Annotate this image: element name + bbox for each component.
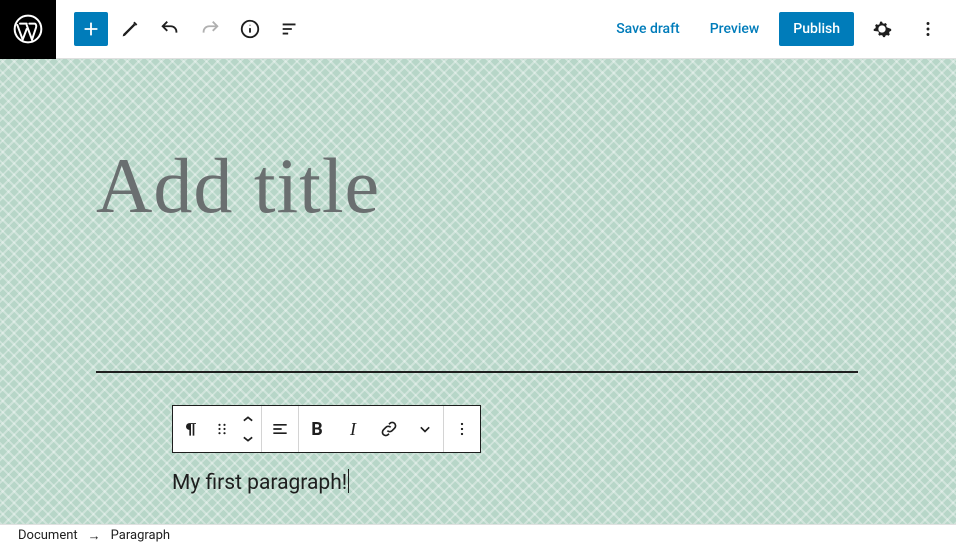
chevron-up-icon: [238, 409, 258, 429]
chevron-down-icon: [238, 429, 258, 449]
outline-button[interactable]: [272, 11, 308, 47]
editor-canvas[interactable]: Add title B I: [0, 59, 956, 524]
save-draft-button[interactable]: Save draft: [606, 13, 690, 45]
align-button[interactable]: [262, 406, 298, 452]
drag-handle-icon: [212, 419, 232, 439]
chevron-down-icon: [415, 419, 435, 439]
undo-button[interactable]: [152, 11, 188, 47]
settings-button[interactable]: [864, 11, 900, 47]
pencil-icon: [119, 18, 141, 40]
wordpress-logo-icon: [12, 13, 44, 45]
breadcrumb-current[interactable]: Paragraph: [111, 528, 170, 543]
bold-icon: B: [311, 419, 323, 440]
breadcrumb-separator: →: [88, 528, 101, 544]
gear-icon: [871, 18, 893, 40]
more-menu-button[interactable]: [910, 11, 946, 47]
more-formatting-button[interactable]: [407, 406, 443, 452]
text-caret: [348, 469, 349, 493]
wordpress-logo[interactable]: [0, 0, 56, 59]
paragraph-text: My first paragraph!: [172, 471, 347, 495]
info-icon: [239, 18, 261, 40]
list-view-icon: [279, 18, 301, 40]
details-button[interactable]: [232, 11, 268, 47]
bold-button[interactable]: B: [299, 406, 335, 452]
separator-block[interactable]: [96, 371, 858, 373]
plus-icon: [80, 18, 102, 40]
add-block-button[interactable]: [74, 12, 108, 46]
editor-top-toolbar: Save draft Preview Publish: [0, 0, 956, 59]
paragraph-block[interactable]: My first paragraph!: [172, 469, 349, 495]
toolbar-left-group: [56, 11, 308, 47]
more-vertical-icon: [917, 18, 939, 40]
link-icon: [379, 419, 399, 439]
tools-button[interactable]: [112, 11, 148, 47]
toolbar-right-group: Save draft Preview Publish: [606, 11, 956, 47]
breadcrumb-root[interactable]: Document: [18, 528, 78, 543]
redo-button: [192, 11, 228, 47]
italic-button[interactable]: I: [335, 406, 371, 452]
drag-handle[interactable]: [209, 406, 235, 452]
italic-icon: I: [350, 419, 356, 440]
move-buttons[interactable]: [235, 406, 261, 452]
align-left-icon: [270, 419, 290, 439]
more-vertical-icon: [452, 419, 472, 439]
undo-icon: [159, 18, 181, 40]
block-more-button[interactable]: [444, 406, 480, 452]
post-title-input[interactable]: Add title: [96, 141, 380, 231]
block-toolbar: B I: [172, 405, 481, 453]
preview-button[interactable]: Preview: [700, 13, 770, 45]
link-button[interactable]: [371, 406, 407, 452]
block-breadcrumb: Document → Paragraph: [0, 524, 956, 546]
block-type-button[interactable]: [173, 406, 209, 452]
publish-button[interactable]: Publish: [779, 12, 854, 46]
redo-icon: [199, 18, 221, 40]
paragraph-icon: [181, 419, 201, 439]
